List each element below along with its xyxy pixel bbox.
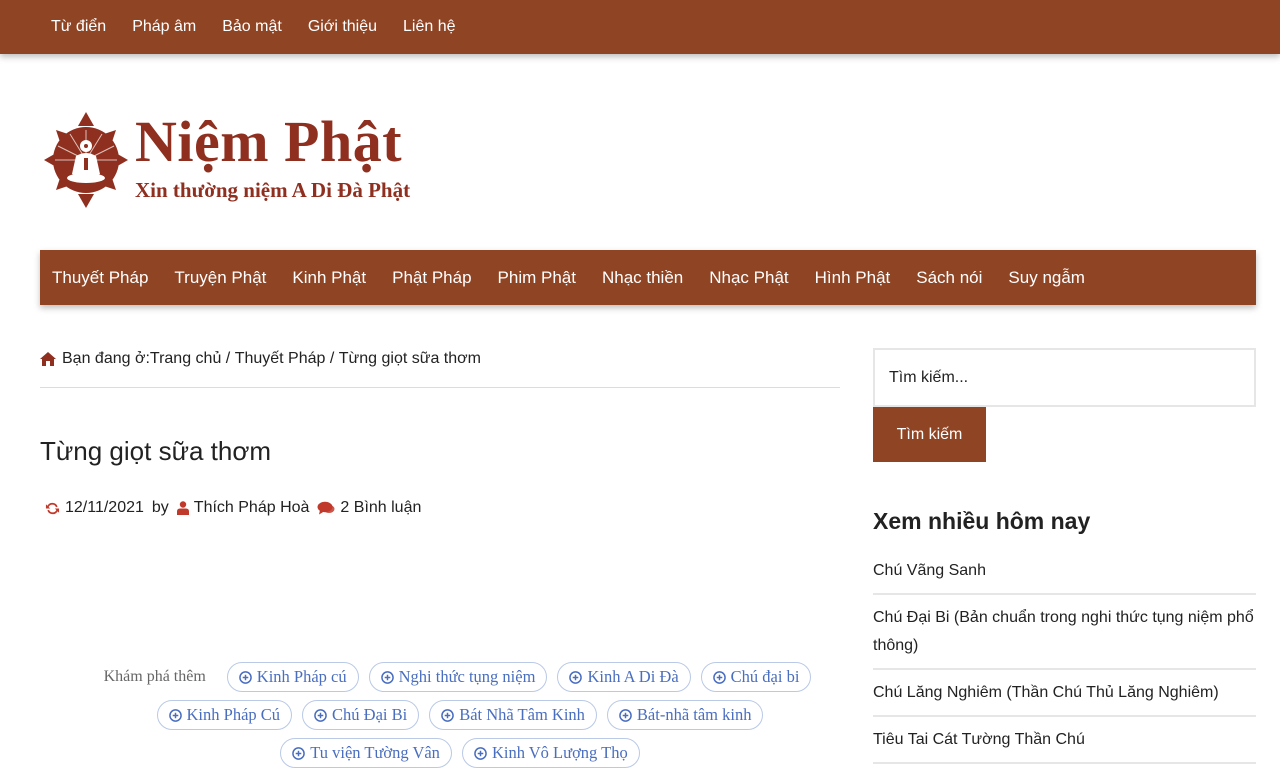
plus-circle-icon <box>712 670 726 684</box>
plus-circle-icon <box>238 670 252 684</box>
nav-item-kinh-phat[interactable]: Kinh Phật <box>279 268 379 288</box>
breadcrumb-separator: / <box>221 350 235 367</box>
explore-tag-label: Chú Đại Bi <box>332 705 408 724</box>
explore-tag-label: Nghi thức tụng niệm <box>398 667 536 686</box>
explore-tag-label: Kinh A Di Đà <box>587 667 679 686</box>
plus-circle-icon <box>619 708 632 722</box>
nav-item-suy-ngam[interactable]: Suy ngẫm <box>995 268 1098 288</box>
explore-row: Khám phá thêm Kinh Pháp cú Nghi thức tụn… <box>40 662 880 692</box>
lotus-buddha-logo-icon <box>44 112 128 208</box>
explore-tag[interactable]: Bát Nhã Tâm Kinh <box>429 700 597 730</box>
plus-circle-icon <box>314 708 327 722</box>
breadcrumb-category-link[interactable]: Thuyết Pháp <box>235 350 326 368</box>
site-logo[interactable]: Niệm Phật Xin thường niệm A Di Đà Phật <box>40 108 440 212</box>
nav-item-phat-phap[interactable]: Phật Pháp <box>379 268 484 288</box>
explore-tag-label: Bát-nhã tâm kinh <box>636 705 752 724</box>
explore-more: Khám phá thêm Kinh Pháp cú Nghi thức tụn… <box>40 662 880 768</box>
top-menu-item-gioi-thieu[interactable]: Giới thiệu <box>295 18 390 36</box>
refresh-icon <box>45 502 60 514</box>
nav-item-truyen-phat[interactable]: Truyện Phật <box>161 268 279 288</box>
popular-list: Chú Vãng Sanh Chú Đại Bi (Bản chuẩn tron… <box>873 548 1256 764</box>
nav-item-nhac-thien[interactable]: Nhạc thiền <box>589 268 696 288</box>
plus-circle-icon <box>441 708 455 722</box>
plus-circle-icon <box>292 746 306 760</box>
nav-item-nhac-phat[interactable]: Nhạc Phật <box>696 268 801 288</box>
post-meta: 12/11/2021 by Thích Pháp Hoà 2 Bình luận <box>45 499 421 517</box>
popular-item-link[interactable]: Chú Đại Bi (Bản chuẩn trong nghi thức tụ… <box>873 595 1256 670</box>
search-button[interactable]: Tìm kiếm <box>873 407 986 462</box>
explore-tag-label: Bát Nhã Tâm Kinh <box>459 705 585 724</box>
main-menu: Thuyết Pháp Truyện Phật Kinh Phật Phật P… <box>40 250 1256 305</box>
explore-tag[interactable]: Chú Đại Bi <box>302 700 420 730</box>
top-bar: Từ điển Pháp âm Bảo mật Giới thiệu Liên … <box>0 0 1280 54</box>
explore-tag-label: Kinh Pháp cú <box>256 667 347 686</box>
popular-item-link[interactable]: Chú Vãng Sanh <box>873 548 1256 595</box>
explore-tag[interactable]: Tu viện Tường Vân <box>280 738 452 768</box>
post-date: 12/11/2021 <box>65 499 144 516</box>
breadcrumb: Bạn đang ở: Trang chủ / Thuyết Pháp / Từn… <box>40 350 840 388</box>
explore-tag[interactable]: Kinh Pháp cú <box>226 662 359 692</box>
explore-tag-label: Tu viện Tường Vân <box>310 743 440 762</box>
top-menu-item-bao-mat[interactable]: Bảo mật <box>209 18 295 36</box>
top-menu: Từ điển Pháp âm Bảo mật Giới thiệu Liên … <box>0 0 1280 54</box>
breadcrumb-prefix: Bạn đang ở: <box>62 350 150 367</box>
user-icon <box>176 501 189 515</box>
explore-tag[interactable]: Kinh A Di Đà <box>557 662 691 692</box>
popular-item-link[interactable]: Tiêu Tai Cát Tường Thần Chú <box>873 717 1256 764</box>
plus-circle-icon <box>168 708 182 722</box>
search-input[interactable]: Tìm kiếm... <box>873 348 1256 407</box>
post-comments-link[interactable]: 2 Bình luận <box>340 499 421 517</box>
explore-label: Khám phá thêm <box>103 668 206 685</box>
top-menu-item-lien-he[interactable]: Liên hệ <box>390 18 469 36</box>
explore-tag[interactable]: Bát-nhã tâm kinh <box>606 700 764 730</box>
explore-tag-label: Chú đại bi <box>730 667 800 686</box>
site-title: Niệm Phật <box>135 109 403 174</box>
post-title: Từng giọt sữa thơm <box>40 436 272 466</box>
home-icon <box>40 352 56 366</box>
explore-tag-label: Kinh Vô Lượng Thọ <box>491 743 628 762</box>
explore-tag[interactable]: Nghi thức tụng niệm <box>368 662 548 692</box>
breadcrumb-home-link[interactable]: Trang chủ <box>150 350 221 368</box>
breadcrumb-current: Từng giọt sữa thơm <box>338 350 481 367</box>
explore-row: Kinh Pháp Cú Chú Đại Bi Bát Nhã Tâm Kinh… <box>40 700 880 730</box>
top-menu-item-tu-dien[interactable]: Từ điển <box>38 18 119 36</box>
main-nav: Thuyết Pháp Truyện Phật Kinh Phật Phật P… <box>40 250 1256 305</box>
nav-item-thuyet-phap[interactable]: Thuyết Pháp <box>40 268 161 288</box>
plus-circle-icon <box>569 670 583 684</box>
popular-item-link[interactable]: Chú Lăng Nghiêm (Thần Chú Thủ Lăng Nghiê… <box>873 670 1256 717</box>
nav-item-sach-noi[interactable]: Sách nói <box>903 268 995 288</box>
comment-icon <box>317 501 335 515</box>
explore-row: Tu viện Tường Vân Kinh Vô Lượng Thọ <box>40 738 880 768</box>
post-author-link[interactable]: Thích Pháp Hoà <box>194 499 310 517</box>
explore-tag[interactable]: Kinh Vô Lượng Thọ <box>461 738 640 768</box>
nav-item-phim-phat[interactable]: Phim Phật <box>485 268 589 288</box>
site-slogan: Xin thường niệm A Di Đà Phật <box>135 178 411 202</box>
nav-item-hinh-phat[interactable]: Hình Phật <box>802 268 904 288</box>
explore-tag[interactable]: Kinh Pháp Cú <box>156 700 293 730</box>
explore-tag[interactable]: Chú đại bi <box>700 662 812 692</box>
plus-circle-icon <box>474 746 487 760</box>
breadcrumb-separator: / <box>325 350 339 367</box>
popular-widget-title: Xem nhiều hôm nay <box>873 508 1091 534</box>
plus-circle-icon <box>380 670 394 684</box>
top-menu-item-phap-am[interactable]: Pháp âm <box>119 18 209 36</box>
post-by: by <box>151 499 169 516</box>
explore-tag-label: Kinh Pháp Cú <box>186 705 281 724</box>
search-placeholder: Tìm kiếm... <box>889 368 969 386</box>
